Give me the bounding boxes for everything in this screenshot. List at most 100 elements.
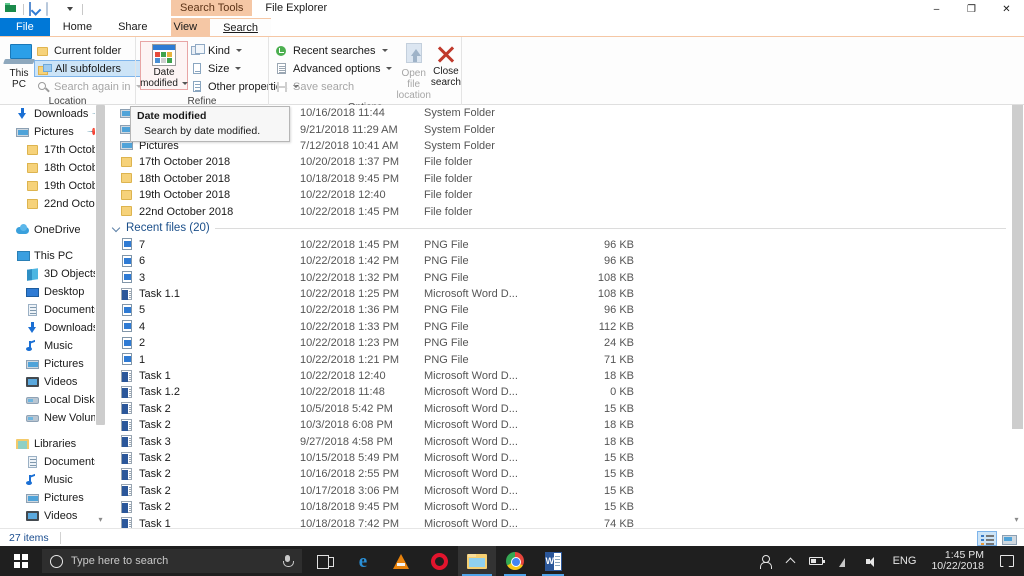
table-row[interactable]: 4 10/22/2018 1:33 PM PNG File 112 KB	[106, 319, 1024, 335]
new-folder-icon[interactable]	[46, 1, 60, 16]
chevron-down-icon[interactable]: ▾	[96, 514, 105, 525]
network-button[interactable]	[830, 546, 858, 576]
advanced-options-button[interactable]: Advanced options	[273, 60, 396, 77]
table-row[interactable]: Task 2 10/15/2018 5:49 PM Microsoft Word D…	[106, 450, 1024, 466]
sidebar-item-videos[interactable]: Videos	[0, 373, 106, 391]
vlc-button[interactable]	[382, 546, 420, 576]
table-row[interactable]: Task 1.1 10/22/2018 1:25 PM Microsoft Word…	[106, 286, 1024, 302]
sidebar-item-17th-october-2018[interactable]: 17th October 2018	[0, 141, 106, 159]
sidebar-item-lib-pictures[interactable]: Pictures	[0, 489, 106, 507]
sidebar-item-downloads-pc[interactable]: Downloads	[0, 319, 106, 337]
language-indicator[interactable]: ENG	[886, 546, 924, 576]
table-row[interactable]: 17th October 2018 10/20/2018 1:37 PM Fil…	[106, 154, 1024, 170]
sidebar-item-lib-videos[interactable]: Videos	[0, 507, 106, 525]
group-header-recent-files[interactable]: Recent files (20)	[106, 220, 1024, 237]
table-row[interactable]: Task 1.2 10/22/2018 11:48 Microsoft Word D…	[106, 384, 1024, 400]
table-row[interactable]: 19th October 2018 10/22/2018 12:40 File …	[106, 187, 1024, 203]
file-list-scrollbar[interactable]: ▾	[1011, 105, 1024, 528]
open-file-location-button[interactable]: Open file location	[396, 41, 431, 101]
table-row[interactable]: 3 10/22/2018 1:32 PM PNG File 108 KB	[106, 270, 1024, 286]
table-row[interactable]: 1 10/22/2018 1:21 PM PNG File 71 KB	[106, 351, 1024, 367]
recent-searches-button[interactable]: Recent searches	[273, 42, 396, 59]
file-list-scroll-thumb[interactable]	[1012, 105, 1023, 429]
file-explorer-button[interactable]	[458, 546, 496, 576]
view-mode-buttons[interactable]	[977, 531, 1019, 546]
people-button[interactable]	[753, 546, 780, 576]
sidebar-item-music[interactable]: Music	[0, 337, 106, 355]
sidebar-item-pictures-pc[interactable]: Pictures	[0, 355, 106, 373]
chevron-down-icon[interactable]: ▾	[1011, 515, 1022, 524]
edge-button[interactable]: e	[344, 546, 382, 576]
sidebar-item-downloads[interactable]: Downloads 📌	[0, 105, 106, 123]
start-button[interactable]	[0, 546, 42, 576]
table-row[interactable]: 7 10/22/2018 1:45 PM PNG File 96 KB	[106, 237, 1024, 253]
task-view-button[interactable]	[306, 546, 344, 576]
ribbon-tabs[interactable]: File Home Share View Search	[0, 18, 271, 36]
sidebar-item-3d-objects[interactable]: 3D Objects	[0, 265, 106, 283]
current-folder-button[interactable]: Current folder	[34, 42, 146, 59]
save-search-button[interactable]: Save search	[273, 78, 396, 95]
details-view-button[interactable]	[977, 531, 997, 546]
table-row[interactable]: Task 2 10/16/2018 2:55 PM Microsoft Word D…	[106, 466, 1024, 482]
sidebar-item-libraries[interactable]: Libraries	[0, 435, 106, 453]
sidebar-item-18th-october-2018[interactable]: 18th October 2018	[0, 159, 106, 177]
minimize-button[interactable]: –	[919, 0, 954, 18]
show-hidden-icons-button[interactable]	[780, 546, 802, 576]
large-icons-view-button[interactable]	[999, 531, 1019, 546]
table-row[interactable]: Task 1 10/22/2018 12:40 Microsoft Word D..…	[106, 368, 1024, 384]
sidebar-item-local-disk-c[interactable]: Local Disk (C:)	[0, 391, 106, 409]
properties-icon[interactable]	[29, 1, 43, 16]
maximize-button[interactable]: ❐	[954, 0, 989, 18]
clock[interactable]: 1:45 PM 10/22/2018	[923, 550, 992, 572]
tab-file[interactable]: File	[0, 18, 50, 36]
sidebar-item-lib-music[interactable]: Music	[0, 471, 106, 489]
table-row[interactable]: Task 2 10/18/2018 9:45 PM Microsoft Word D…	[106, 499, 1024, 515]
battery-button[interactable]	[802, 546, 830, 576]
table-row[interactable]: 6 10/22/2018 1:42 PM PNG File 96 KB	[106, 253, 1024, 269]
table-row[interactable]: 2 10/22/2018 1:23 PM PNG File 24 KB	[106, 335, 1024, 351]
table-row[interactable]: Task 3 9/27/2018 4:58 PM Microsoft Word D.…	[106, 433, 1024, 449]
sidebar-item-this-pc[interactable]: This PC	[0, 247, 106, 265]
volume-button[interactable]	[858, 546, 886, 576]
sidebar-item-19th-october-2018[interactable]: 19th October 2018	[0, 177, 106, 195]
sidebar-item-documents[interactable]: Documents	[0, 301, 106, 319]
close-search-button[interactable]: Close search	[431, 41, 461, 88]
taskbar-search-box[interactable]: Type here to search	[42, 549, 302, 573]
sidebar-item-22nd-october-2018[interactable]: 22nd October 2018	[0, 195, 106, 213]
table-row[interactable]: Task 2 10/3/2018 6:08 PM Microsoft Word D.…	[106, 417, 1024, 433]
navigation-pane[interactable]: Downloads 📌 Pictures 📌 17th October 2018…	[0, 105, 106, 528]
sidebar-item-onedrive[interactable]: OneDrive	[0, 221, 106, 239]
close-button[interactable]: ✕	[989, 0, 1024, 18]
sidebar-item-new-volume-d[interactable]: New Volume (D:)	[0, 409, 106, 427]
table-row[interactable]: Task 2 10/17/2018 3:06 PM Microsoft Word D…	[106, 483, 1024, 499]
folder-icon[interactable]	[4, 3, 18, 16]
window-controls[interactable]: – ❐ ✕	[919, 0, 1024, 18]
quick-access-toolbar[interactable]	[0, 0, 85, 18]
microphone-icon[interactable]	[282, 554, 294, 568]
table-row[interactable]: 22nd October 2018 10/22/2018 1:45 PM Fil…	[106, 203, 1024, 219]
all-subfolders-button[interactable]: All subfolders	[34, 60, 147, 77]
this-pc-button[interactable]: This PC	[3, 41, 35, 90]
table-row[interactable]: 5 10/22/2018 1:36 PM PNG File 96 KB	[106, 302, 1024, 318]
tab-home[interactable]: Home	[50, 18, 105, 36]
table-row[interactable]: Task 2 10/5/2018 5:42 PM Microsoft Word D.…	[106, 401, 1024, 417]
tab-view[interactable]: View	[160, 18, 210, 36]
sidebar-item-lib-documents[interactable]: Documents	[0, 453, 106, 471]
customize-caret-icon[interactable]	[63, 3, 77, 16]
opera-button[interactable]	[420, 546, 458, 576]
word-button[interactable]	[534, 546, 572, 576]
date-modified-button[interactable]: Date modified	[140, 41, 188, 90]
search-again-in-button[interactable]: Search again in	[34, 78, 146, 95]
tab-search[interactable]: Search	[210, 18, 271, 36]
table-row[interactable]: Task 1 10/18/2018 7:42 PM Microsoft Word D…	[106, 515, 1024, 528]
sidebar-item-pictures[interactable]: Pictures 📌	[0, 123, 106, 141]
tab-share[interactable]: Share	[105, 18, 160, 36]
nav-scroll-thumb[interactable]	[96, 105, 105, 425]
sidebar-item-desktop[interactable]: Desktop	[0, 283, 106, 301]
file-list[interactable]: 10/16/2018 11:44 System Folder 9/21/2018…	[106, 105, 1024, 528]
chevron-down-icon[interactable]	[112, 224, 121, 233]
table-row[interactable]: 18th October 2018 10/18/2018 9:45 PM Fil…	[106, 171, 1024, 187]
action-center-icon[interactable]	[1000, 555, 1014, 571]
nav-pane-scrollbar[interactable]: ▾	[95, 105, 106, 528]
chrome-button[interactable]	[496, 546, 534, 576]
